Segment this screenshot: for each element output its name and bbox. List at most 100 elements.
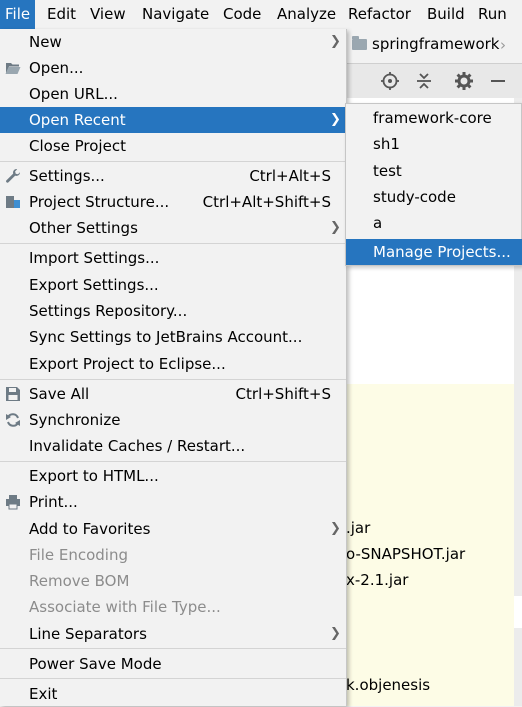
wrench-icon <box>6 169 21 183</box>
menu-item-label: Remove BOM <box>29 572 130 590</box>
menu-item-label: Invalidate Caches / Restart... <box>29 437 246 455</box>
chevron-right-icon: ❯ <box>330 34 341 49</box>
menu-navigate[interactable]: Navigate <box>137 0 214 29</box>
menu-item-export-html[interactable]: Export to HTML... <box>0 463 346 489</box>
recent-project-label: study-code <box>373 188 456 206</box>
manage-projects-item[interactable]: Manage Projects... <box>346 239 522 265</box>
main-menu-bar: File Edit View Navigate Code Analyze Ref… <box>0 0 522 30</box>
menu-item-other-settings[interactable]: Other Settings ❯ <box>0 215 346 241</box>
menu-item-label: Exit <box>29 685 58 703</box>
chevron-right-icon: › <box>500 36 506 54</box>
menu-item-label: Power Save Mode <box>29 655 162 673</box>
menu-item-label: Settings Repository... <box>29 302 188 320</box>
recent-project-item[interactable]: a <box>346 210 522 236</box>
recent-project-item[interactable]: sh1 <box>346 131 522 157</box>
recent-project-label: framework-core <box>373 109 492 127</box>
menu-item-label: Associate with File Type... <box>29 598 221 616</box>
breadcrumb-project[interactable]: springframework <box>372 35 499 53</box>
menu-item-label: Open URL... <box>29 85 118 103</box>
menu-item-label: Synchronize <box>29 411 121 429</box>
menu-item-label: Close Project <box>29 137 126 155</box>
menu-file[interactable]: File <box>0 0 36 29</box>
recent-project-item[interactable]: framework-core <box>346 105 522 131</box>
chevron-right-icon: ❯ <box>330 112 341 127</box>
project-structure-icon <box>6 196 20 208</box>
menu-separator <box>0 648 346 649</box>
recent-project-label: sh1 <box>373 135 400 153</box>
collapse-all-icon[interactable] <box>414 71 434 91</box>
menu-item-synchronize[interactable]: Synchronize <box>0 407 346 433</box>
menu-separator <box>0 243 346 244</box>
minimize-icon[interactable] <box>488 71 508 91</box>
menu-item-sync-settings[interactable]: Sync Settings to JetBrains Account... <box>0 324 346 350</box>
recent-project-label: a <box>373 214 383 232</box>
save-icon <box>6 387 20 401</box>
menu-item-export-eclipse[interactable]: Export Project to Eclipse... <box>0 351 346 377</box>
menu-item-shortcut: Ctrl+Shift+S <box>235 385 331 403</box>
recent-project-label: test <box>373 162 402 180</box>
scrollbar-thumb[interactable] <box>514 596 522 628</box>
recent-project-item[interactable]: test <box>346 158 522 184</box>
menu-build[interactable]: Build <box>422 0 470 29</box>
menu-item-close-project[interactable]: Close Project <box>0 133 346 159</box>
menu-item-shortcut: Ctrl+Alt+S <box>249 167 331 185</box>
menu-item-line-separators[interactable]: Line Separators ❯ <box>0 621 346 647</box>
menu-item-open[interactable]: Open... <box>0 55 346 81</box>
printer-icon <box>6 495 20 510</box>
chevron-right-icon: ❯ <box>330 220 341 235</box>
chevron-right-icon: ❯ <box>330 521 341 536</box>
menu-item-export-settings[interactable]: Export Settings... <box>0 272 346 298</box>
menu-edit[interactable]: Edit <box>42 0 81 29</box>
menu-item-label: Print... <box>29 493 78 511</box>
menu-item-label: Open Recent <box>29 111 126 129</box>
menu-item-settings[interactable]: Settings... Ctrl+Alt+S <box>0 163 346 189</box>
menu-item-remove-bom: Remove BOM <box>0 568 346 594</box>
menu-item-open-recent[interactable]: Open Recent ❯ <box>0 107 346 133</box>
menu-item-label: Line Separators <box>29 625 147 643</box>
menu-item-label: Open... <box>29 59 84 77</box>
file-menu-dropdown: New ❯ Open... Open URL... Open Recent ❯ … <box>0 29 347 706</box>
menu-item-associate-file-type: Associate with File Type... <box>0 594 346 620</box>
menu-item-print[interactable]: Print... <box>0 489 346 515</box>
menu-item-label: Project Structure... <box>29 193 170 211</box>
locate-icon[interactable] <box>380 71 400 91</box>
menu-item-save-all[interactable]: Save All Ctrl+Shift+S <box>0 381 346 407</box>
tree-item[interactable]: o-SNAPSHOT.jar <box>346 545 465 563</box>
menu-analyze[interactable]: Analyze <box>272 0 341 29</box>
folder-icon <box>352 36 367 50</box>
menu-item-label: Import Settings... <box>29 249 160 267</box>
chevron-right-icon: ❯ <box>330 626 341 641</box>
menu-separator <box>0 678 346 679</box>
menu-item-power-save-mode[interactable]: Power Save Mode <box>0 651 346 677</box>
menu-item-label: Add to Favorites <box>29 520 151 538</box>
menu-item-label: Settings... <box>29 167 105 185</box>
menu-item-exit[interactable]: Exit <box>0 681 346 707</box>
folder-open-icon <box>5 63 21 74</box>
menu-item-new[interactable]: New ❯ <box>0 29 346 55</box>
menu-item-add-to-favorites[interactable]: Add to Favorites ❯ <box>0 516 346 542</box>
menu-item-label: Export to HTML... <box>29 467 159 485</box>
tree-item[interactable]: k.objenesis <box>346 676 430 694</box>
sync-icon <box>6 413 20 427</box>
menu-item-label: Other Settings <box>29 219 138 237</box>
menu-item-import-settings[interactable]: Import Settings... <box>0 245 346 271</box>
menu-item-label: File Encoding <box>29 546 128 564</box>
open-recent-submenu: framework-core sh1 test study-code a Man… <box>345 103 522 266</box>
menu-refactor[interactable]: Refactor <box>343 0 416 29</box>
recent-project-item[interactable]: study-code <box>346 184 522 210</box>
menu-separator <box>0 379 346 380</box>
project-breadcrumb[interactable]: springframework <box>346 29 522 64</box>
gear-icon[interactable] <box>454 71 474 91</box>
menu-run[interactable]: Run <box>473 0 512 29</box>
menu-view[interactable]: View <box>85 0 131 29</box>
menu-code[interactable]: Code <box>218 0 266 29</box>
tree-item[interactable]: x-2.1.jar <box>346 571 408 589</box>
menu-item-invalidate-caches[interactable]: Invalidate Caches / Restart... <box>0 433 346 459</box>
menu-item-settings-repository[interactable]: Settings Repository... <box>0 298 346 324</box>
menu-separator <box>0 161 346 162</box>
menu-item-project-structure[interactable]: Project Structure... Ctrl+Alt+Shift+S <box>0 189 346 215</box>
menu-item-label: Export Project to Eclipse... <box>29 355 226 373</box>
menu-item-open-url[interactable]: Open URL... <box>0 81 346 107</box>
menu-item-label: Sync Settings to JetBrains Account... <box>29 328 303 346</box>
tree-item[interactable]: .jar <box>346 519 370 537</box>
